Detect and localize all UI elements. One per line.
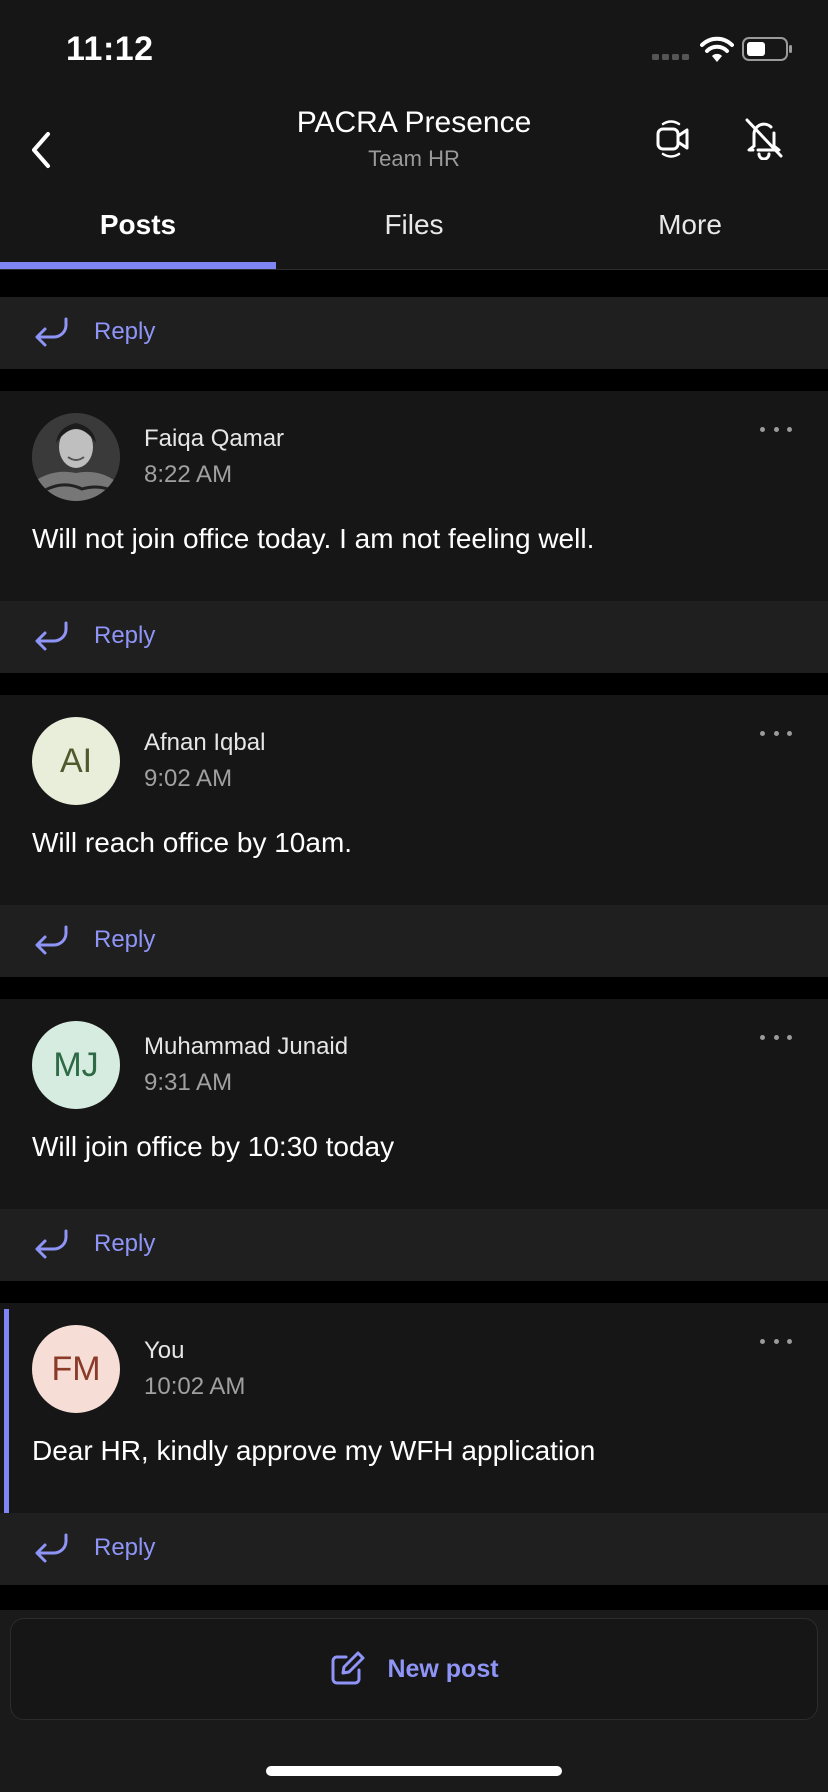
- reply-label: Reply: [94, 318, 156, 345]
- post-timestamp: 9:02 AM: [144, 765, 233, 792]
- more-dot: [773, 426, 779, 432]
- status-time: 11:12: [66, 30, 154, 68]
- compose-area: New post: [0, 1610, 828, 1792]
- tab-files[interactable]: Files: [276, 180, 552, 270]
- more-dot: [787, 1338, 792, 1344]
- more-dot: [773, 730, 779, 736]
- post-author[interactable]: You: [144, 1337, 185, 1365]
- post-card[interactable]: Faiqa Qamar 8:22 AM Will not join office…: [0, 391, 828, 601]
- reply-label: Reply: [94, 1230, 156, 1257]
- reply-arrow-icon: [35, 1229, 68, 1259]
- reply-label: Reply: [94, 622, 156, 649]
- post-timestamp: 8:22 AM: [144, 461, 233, 488]
- more-dots-icon: [760, 1034, 765, 1040]
- more-options-button[interactable]: [760, 1027, 792, 1047]
- reply-arrow-icon: [35, 925, 68, 955]
- more-dot: [773, 1338, 779, 1344]
- app-screen: 11:12 PACRA Presence Team HR Posts Files…: [0, 0, 828, 1792]
- reply-arrow-icon: [35, 1533, 68, 1563]
- post-message: Will not join office today. I am not fee…: [32, 523, 595, 554]
- video-camera-icon: [656, 120, 689, 158]
- new-post-button[interactable]: New post: [10, 1618, 818, 1720]
- reply-button[interactable]: Reply: [0, 601, 828, 673]
- reply-button[interactable]: Reply: [0, 1513, 828, 1585]
- post-author[interactable]: Faiqa Qamar: [144, 425, 284, 453]
- reply-button[interactable]: Reply: [0, 297, 828, 369]
- avatar[interactable]: MJ: [32, 1021, 120, 1109]
- reply-button[interactable]: Reply: [0, 1209, 828, 1281]
- active-tab-indicator: [0, 262, 276, 269]
- avatar-initials: FM: [51, 1349, 101, 1388]
- channel-title: PACRA Presence: [296, 106, 532, 139]
- more-options-button[interactable]: [760, 723, 792, 743]
- post-card[interactable]: FM You 10:02 AM Dear HR, kindly approve …: [0, 1303, 828, 1513]
- compose-icon: [331, 1651, 365, 1685]
- more-dots-icon: [760, 426, 765, 432]
- post-message: Will join office by 10:30 today: [32, 1131, 395, 1162]
- post-message: Will reach office by 10am.: [32, 827, 353, 858]
- more-dot: [787, 1034, 792, 1040]
- bell-off-icon: [745, 118, 783, 160]
- post-card[interactable]: MJ Muhammad Junaid 9:31 AM Will join off…: [0, 999, 828, 1209]
- more-options-button[interactable]: [760, 1331, 792, 1351]
- reply-button[interactable]: Reply: [0, 905, 828, 977]
- notifications-button[interactable]: [740, 114, 788, 162]
- avatar[interactable]: [32, 413, 120, 501]
- status-bar: 11:12: [0, 0, 828, 100]
- tab-posts[interactable]: Posts: [0, 180, 276, 270]
- post-message: Dear HR, kindly approve my WFH applicati…: [32, 1435, 596, 1466]
- team-name: Team HR: [368, 146, 460, 171]
- avatar[interactable]: FM: [32, 1325, 120, 1413]
- more-dots-icon: [760, 730, 765, 736]
- battery-icon: [742, 37, 792, 61]
- meet-now-button[interactable]: [650, 116, 696, 162]
- post-timestamp: 9:31 AM: [144, 1069, 233, 1096]
- wifi-icon: [700, 36, 734, 62]
- reply-label: Reply: [94, 926, 156, 953]
- more-dot: [787, 730, 792, 736]
- home-indicator[interactable]: [266, 1766, 562, 1776]
- more-options-button[interactable]: [760, 419, 792, 439]
- reply-arrow-icon: [35, 621, 68, 651]
- cellular-signal-icon: [652, 54, 689, 60]
- avatar-initials: MJ: [53, 1045, 99, 1084]
- new-post-label: New post: [387, 1654, 499, 1683]
- post-timestamp: 10:02 AM: [144, 1373, 246, 1400]
- more-dot: [787, 426, 792, 432]
- avatar[interactable]: AI: [32, 717, 120, 805]
- more-dots-icon: [760, 1338, 765, 1344]
- more-dot: [773, 1034, 779, 1040]
- post-author[interactable]: Afnan Iqbal: [144, 729, 265, 757]
- channel-tabs: Posts Files More: [0, 180, 828, 270]
- post-author[interactable]: Muhammad Junaid: [144, 1033, 348, 1061]
- avatar-initials: AI: [59, 741, 93, 780]
- tab-more[interactable]: More: [552, 180, 828, 270]
- reply-arrow-icon: [35, 317, 68, 347]
- reply-label: Reply: [94, 1534, 156, 1561]
- profile-photo: [32, 413, 120, 501]
- post-card[interactable]: AI Afnan Iqbal 9:02 AM Will reach office…: [0, 695, 828, 905]
